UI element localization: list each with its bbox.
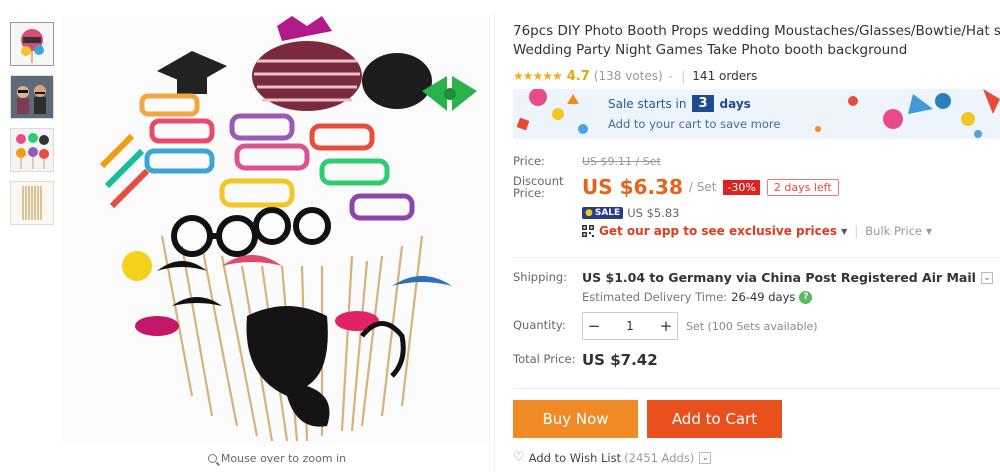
zoom-hint-text: Mouse over to zoom in	[220, 452, 347, 465]
shipping-label: Shipping:	[513, 270, 568, 284]
shipping-method-text: US $1.04 to Germany via China Post Regis…	[582, 270, 976, 285]
app-exclusive-link[interactable]: Get our app to see exclusive prices	[599, 224, 837, 238]
thumbnail-strip	[10, 22, 54, 234]
heart-icon[interactable]: ♡	[513, 450, 525, 465]
quantity-input[interactable]: 1	[605, 319, 655, 333]
eta-value: 26-49 days	[731, 290, 796, 304]
total-price: US $7.42	[582, 351, 658, 369]
qr-code-icon	[582, 225, 594, 237]
quantity-increase-button[interactable]: +	[655, 317, 677, 335]
panel-divider	[494, 14, 495, 472]
add-to-cart-button[interactable]: Add to Cart	[647, 400, 782, 438]
bulk-price-link[interactable]: Bulk Price	[865, 224, 922, 238]
price-label: Price:	[513, 154, 545, 168]
chevron-down-icon[interactable]: ⌄	[699, 451, 712, 464]
caret-down-icon[interactable]: ▼	[926, 227, 932, 236]
zoom-hint: Mouse over to zoom in	[62, 452, 492, 465]
discount-badge: -30%	[723, 179, 760, 195]
thumbnail-props-collection[interactable]	[10, 22, 54, 66]
thumbnail-props-on-stand[interactable]	[10, 128, 54, 172]
quantity-availability: Set (100 Sets available)	[686, 320, 818, 333]
divider: |	[854, 224, 859, 238]
delivery-estimate: Estimated Delivery Time: 26-49 days ?	[582, 290, 813, 304]
magnifier-icon	[207, 454, 217, 463]
chevron-down-icon[interactable]: ⌄	[980, 271, 993, 284]
sale-tag: SALE	[582, 207, 624, 219]
discount-label-line2: Price:	[513, 186, 545, 200]
original-price: US $9.11 / Set	[582, 155, 661, 168]
discount-price-row: US $6.38 / Set -30% 2 days left	[582, 175, 839, 199]
discount-price: US $6.38	[582, 175, 683, 199]
wishlist-link[interactable]: Add to Wish List	[529, 451, 621, 465]
shipping-method[interactable]: US $1.04 to Germany via China Post Regis…	[582, 270, 993, 285]
quantity-label: Quantity:	[513, 318, 566, 332]
main-product-image[interactable]	[62, 16, 492, 444]
sale-price-row: SALE US $5.83	[582, 206, 680, 220]
wishlist-count: (2451 Adds)	[624, 450, 695, 465]
section-divider	[513, 257, 1000, 258]
thumbnail-wooden-sticks[interactable]	[10, 181, 54, 225]
app-price-row: Get our app to see exclusive prices ▼ | …	[582, 224, 932, 238]
help-icon[interactable]: ?	[799, 290, 813, 304]
thumbnail-people-with-props[interactable]	[10, 75, 54, 119]
section-divider	[513, 388, 1000, 389]
quantity-decrease-button[interactable]: −	[583, 317, 605, 335]
days-left-badge: 2 days left	[766, 178, 839, 196]
per-unit: / Set	[688, 180, 717, 194]
total-price-label: Total Price:	[513, 352, 576, 366]
buy-now-button[interactable]: Buy Now	[513, 400, 638, 438]
pricing-section: Price: US $9.11 / Set Discount Price: US…	[513, 0, 1000, 472]
wishlist-row[interactable]: ♡ Add to Wish List (2451 Adds) ⌄	[513, 450, 712, 465]
quantity-stepper: − 1 +	[582, 312, 678, 340]
sale-price: US $5.83	[627, 206, 680, 220]
discount-price-label: Discount Price:	[513, 175, 564, 199]
caret-down-icon[interactable]: ▼	[841, 227, 847, 236]
eta-label: Estimated Delivery Time:	[582, 290, 728, 304]
